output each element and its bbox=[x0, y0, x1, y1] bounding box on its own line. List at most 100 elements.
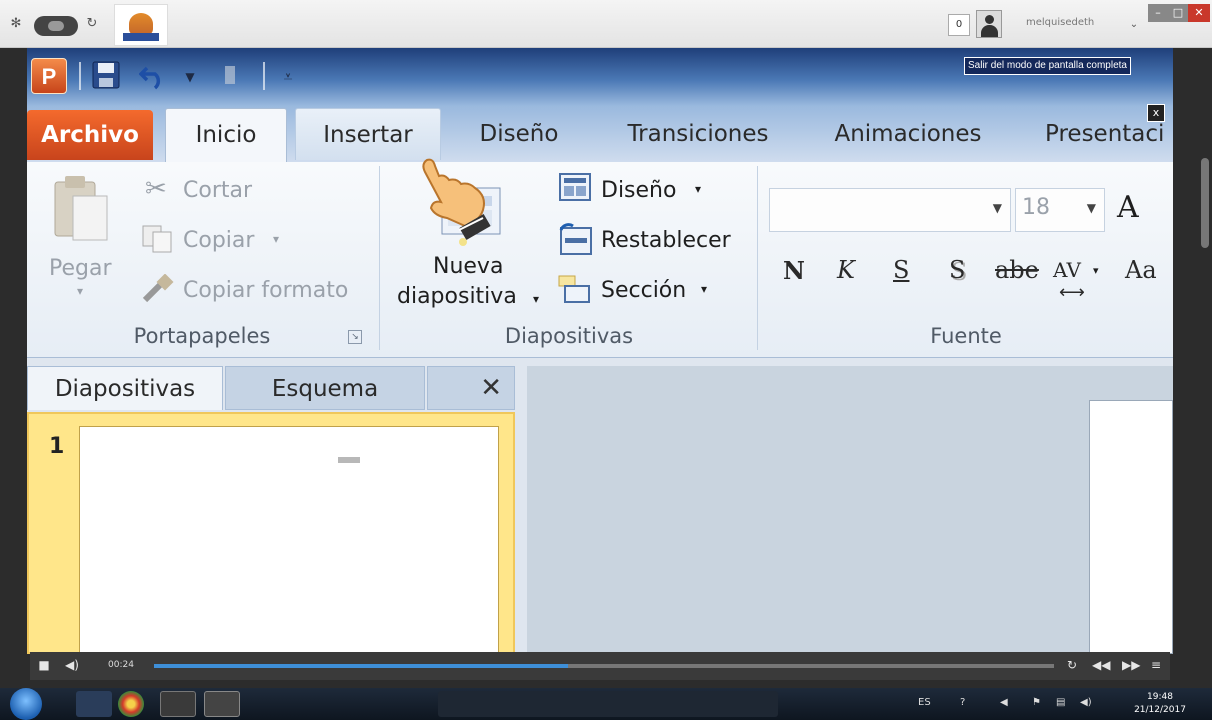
undo-icon[interactable] bbox=[137, 60, 171, 94]
slide-canvas[interactable] bbox=[1089, 400, 1173, 654]
strikethrough-button[interactable]: abe bbox=[995, 256, 1039, 284]
reset-button[interactable]: Restablecer bbox=[601, 228, 731, 253]
group-label-diapositivas: Diapositivas bbox=[504, 324, 634, 348]
chevron-down-icon: ▼ bbox=[1086, 201, 1096, 215]
char-spacing-button[interactable]: AV bbox=[1053, 258, 1081, 282]
refresh-icon[interactable]: ↻ bbox=[82, 14, 102, 34]
cut-button[interactable]: Cortar bbox=[183, 178, 252, 203]
font-size-dropdown[interactable]: 18 ▼ bbox=[1015, 188, 1105, 232]
language-indicator[interactable]: ES bbox=[918, 697, 931, 708]
tab-esquema-pane[interactable]: Esquema bbox=[225, 366, 425, 410]
folder-app-icon[interactable] bbox=[160, 691, 196, 717]
layout-button[interactable]: Diseño bbox=[601, 178, 676, 203]
tab-animaciones[interactable]: Animaciones bbox=[825, 108, 991, 160]
section-button[interactable]: Sección bbox=[601, 278, 686, 303]
tab-insertar[interactable]: Insertar bbox=[295, 108, 441, 160]
format-painter-button[interactable]: Copiar formato bbox=[183, 278, 348, 303]
fast-forward-icon[interactable]: ▶▶ bbox=[1122, 657, 1140, 673]
spacing-dropdown-icon[interactable]: ▾ bbox=[1093, 264, 1099, 277]
minimize-icon[interactable]: – bbox=[1148, 4, 1168, 22]
bold-button[interactable]: N bbox=[783, 256, 805, 285]
italic-button[interactable]: K bbox=[837, 256, 855, 284]
notification-count[interactable]: 0 bbox=[948, 14, 970, 36]
video-frame: P ▼ ⩡ Salir del modo de pantalla complet… bbox=[0, 48, 1212, 688]
maximize-icon[interactable]: □ bbox=[1168, 4, 1188, 22]
shadow-button[interactable]: S bbox=[949, 256, 965, 284]
tab-diapositivas-pane[interactable]: Diapositivas bbox=[27, 366, 223, 410]
video-time: 00:24 bbox=[108, 660, 134, 670]
new-slide-dropdown-icon[interactable]: ▾ bbox=[533, 292, 539, 306]
tab-diseno[interactable]: Diseño bbox=[459, 108, 579, 160]
powerpoint-logo[interactable]: P bbox=[31, 58, 67, 94]
playlist-icon[interactable]: ≡ bbox=[1148, 657, 1164, 673]
copy-dropdown-icon[interactable]: ▾ bbox=[273, 232, 279, 246]
clock-time: 19:48 bbox=[1147, 692, 1173, 702]
fullscreen-close-icon[interactable]: x bbox=[1147, 104, 1165, 122]
site-logo[interactable] bbox=[114, 4, 168, 46]
page-scrollbar[interactable] bbox=[1198, 48, 1212, 656]
tab-archivo[interactable]: Archivo bbox=[27, 110, 153, 160]
customize-qat-icon[interactable]: ⩡ bbox=[271, 60, 305, 94]
slide-thumbnail[interactable] bbox=[79, 426, 499, 654]
user-avatar[interactable] bbox=[976, 10, 1002, 38]
video-controls: ■ ◀) 00:24 ↻ ◀◀ ▶▶ ≡ bbox=[30, 652, 1170, 680]
copy-button[interactable]: Copiar bbox=[183, 228, 254, 253]
tray-arrow-icon[interactable]: ◀ bbox=[1000, 697, 1008, 708]
network-icon[interactable]: ▤ bbox=[1056, 697, 1065, 708]
double-arrow-icon: ⟷ bbox=[1059, 282, 1085, 303]
font-size-value: 18 bbox=[1022, 195, 1050, 220]
speaker-icon[interactable]: ◀) bbox=[1080, 697, 1092, 708]
chevron-down-icon[interactable]: ⌄ bbox=[1124, 15, 1144, 35]
undo-dropdown-icon[interactable]: ▼ bbox=[173, 60, 207, 94]
layout-dropdown-icon[interactable]: ▾ bbox=[695, 182, 701, 196]
underline-button[interactable]: S bbox=[893, 256, 909, 284]
username-label[interactable]: melquisedeth bbox=[1026, 17, 1094, 28]
flag-icon[interactable]: ⚑ bbox=[1032, 697, 1041, 708]
video-progress-track[interactable] bbox=[154, 664, 1054, 668]
slide-thumbnail-selected[interactable]: 1 bbox=[27, 412, 515, 654]
change-case-button[interactable]: Aa bbox=[1125, 256, 1157, 284]
screen-root: ✻ ↻ 0 melquisedeth ⌄ – □ ✕ P ▼ ⩡ Salir d… bbox=[0, 0, 1212, 720]
layout-icon bbox=[557, 172, 593, 204]
settings-icon[interactable]: ✻ bbox=[6, 14, 26, 34]
ribbon-panel: Pegar ▾ ✂ Cortar Copiar ▾ Copiar formato… bbox=[27, 162, 1173, 358]
loop-icon[interactable]: ↻ bbox=[1064, 657, 1080, 673]
clock[interactable]: 19:48 21/12/2017 bbox=[1128, 691, 1192, 717]
title-bar: P ▼ ⩡ Salir del modo de pantalla complet… bbox=[27, 48, 1173, 106]
start-button[interactable] bbox=[10, 688, 42, 720]
ie-app-icon[interactable] bbox=[76, 691, 112, 717]
toggle-switch[interactable] bbox=[34, 16, 78, 36]
media-app-icon[interactable] bbox=[204, 691, 240, 717]
windows-taskbar: ES ? ◀ ⚑ ▤ ◀) 19:48 21/12/2017 bbox=[0, 688, 1212, 720]
new-slide-label-1[interactable]: Nueva bbox=[433, 254, 503, 279]
volume-icon[interactable]: ◀) bbox=[64, 657, 80, 673]
paste-icon[interactable] bbox=[51, 174, 113, 244]
paste-button[interactable]: Pegar bbox=[49, 256, 112, 281]
dialog-launcher-icon[interactable]: ↘ bbox=[348, 330, 362, 344]
save-icon[interactable] bbox=[89, 60, 123, 94]
exit-fullscreen-button[interactable]: Salir del modo de pantalla completa bbox=[964, 57, 1131, 75]
rewind-icon[interactable]: ◀◀ bbox=[1092, 657, 1110, 673]
grow-font-button[interactable]: A bbox=[1117, 190, 1139, 225]
active-window-preview[interactable] bbox=[438, 691, 778, 717]
paste-dropdown-icon[interactable]: ▾ bbox=[77, 284, 83, 298]
stop-icon[interactable]: ■ bbox=[36, 657, 52, 673]
chrome-app-icon[interactable] bbox=[118, 691, 144, 717]
slide-editor bbox=[527, 366, 1173, 654]
browser-toolbar: ✻ ↻ 0 melquisedeth ⌄ – □ ✕ bbox=[0, 0, 1212, 48]
redo-icon[interactable] bbox=[213, 60, 247, 94]
reset-icon bbox=[557, 222, 593, 256]
chevron-down-icon: ▼ bbox=[992, 201, 1002, 215]
scissors-icon: ✂ bbox=[145, 174, 167, 204]
new-slide-label-2[interactable]: diapositiva bbox=[397, 284, 517, 309]
slides-pane: Diapositivas Esquema ✕ 1 bbox=[27, 366, 517, 654]
group-label-portapapeles: Portapapeles bbox=[133, 324, 271, 348]
close-icon[interactable]: ✕ bbox=[1188, 4, 1210, 22]
slide-number: 1 bbox=[49, 434, 65, 459]
font-name-dropdown[interactable]: ▼ bbox=[769, 188, 1011, 232]
section-dropdown-icon[interactable]: ▾ bbox=[701, 282, 707, 296]
tab-transiciones[interactable]: Transiciones bbox=[615, 108, 781, 160]
help-icon[interactable]: ? bbox=[960, 697, 965, 708]
tab-inicio[interactable]: Inicio bbox=[165, 108, 287, 164]
close-pane-icon[interactable]: ✕ bbox=[427, 366, 515, 410]
